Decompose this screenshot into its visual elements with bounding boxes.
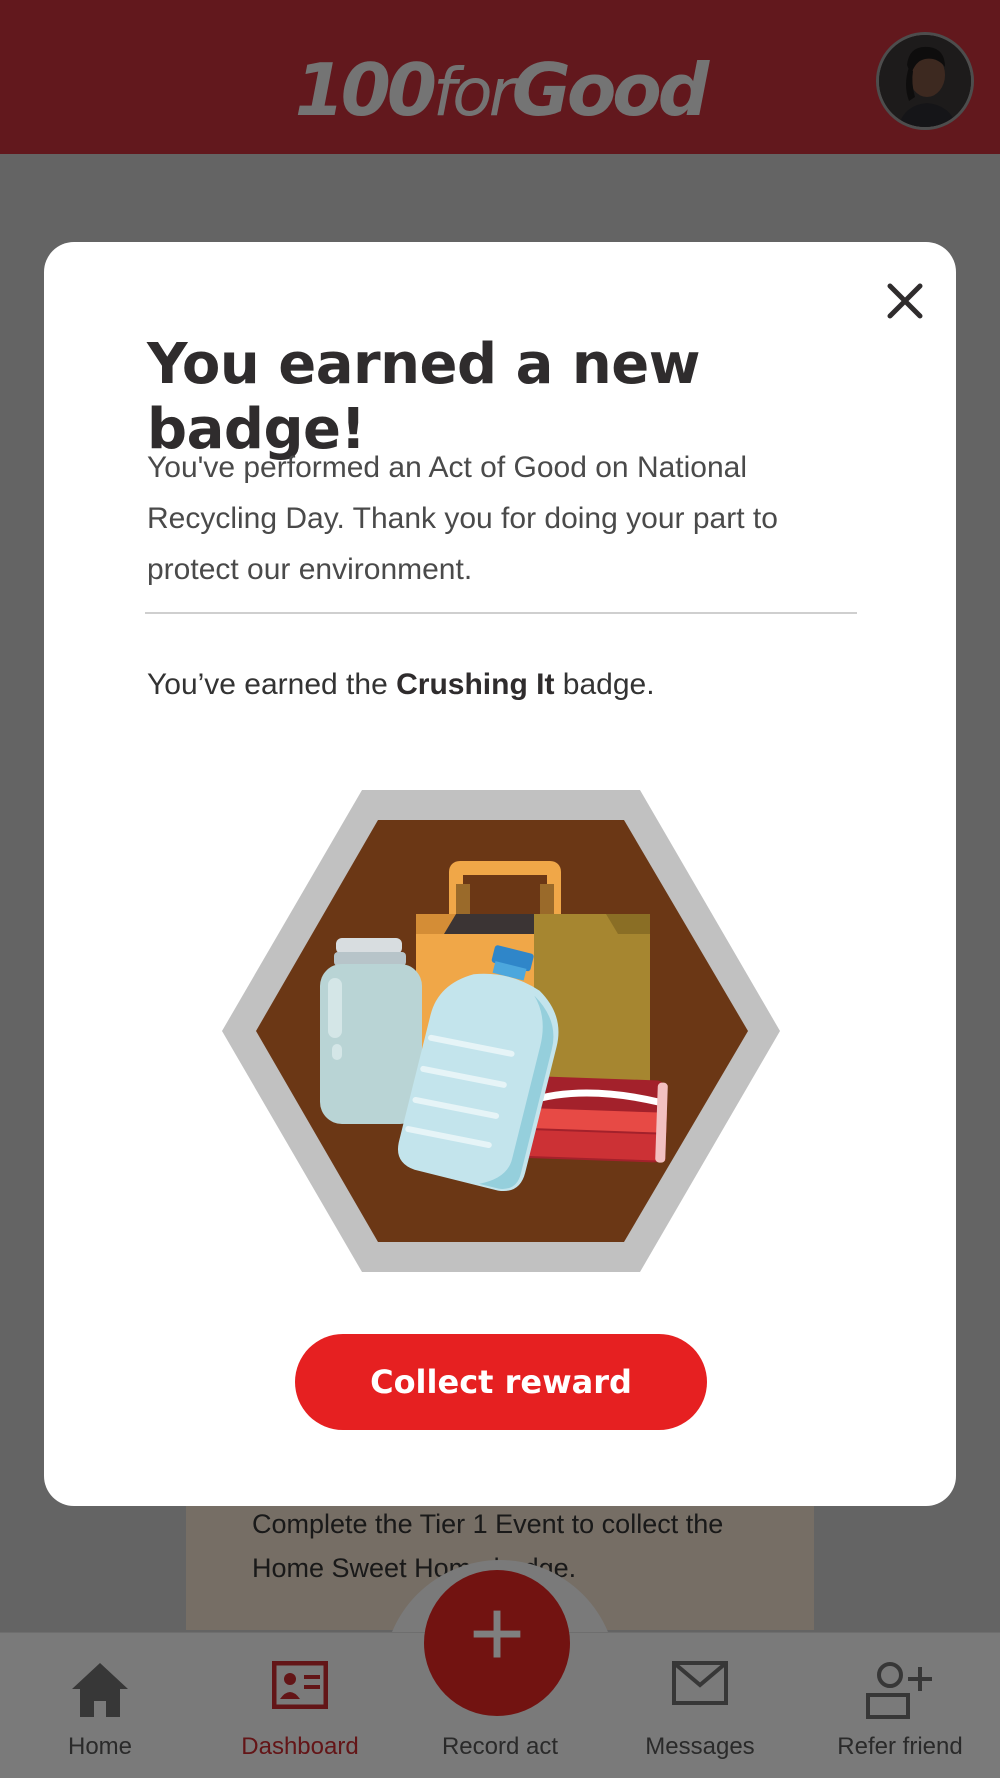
earned-message: You’ve earned the Crushing It badge. <box>147 668 867 702</box>
badge-image <box>220 788 782 1274</box>
close-button[interactable] <box>876 272 934 330</box>
glass-jar-icon <box>320 938 422 1124</box>
collect-reward-button[interactable]: Collect reward <box>295 1334 707 1430</box>
badge-name: Crushing It <box>396 668 555 701</box>
modal-description: You've performed an Act of Good on Natio… <box>147 451 778 586</box>
divider <box>145 612 857 614</box>
earned-suffix: badge. <box>554 668 655 701</box>
close-icon <box>887 283 923 319</box>
earned-prefix: You’ve earned the <box>147 668 397 701</box>
